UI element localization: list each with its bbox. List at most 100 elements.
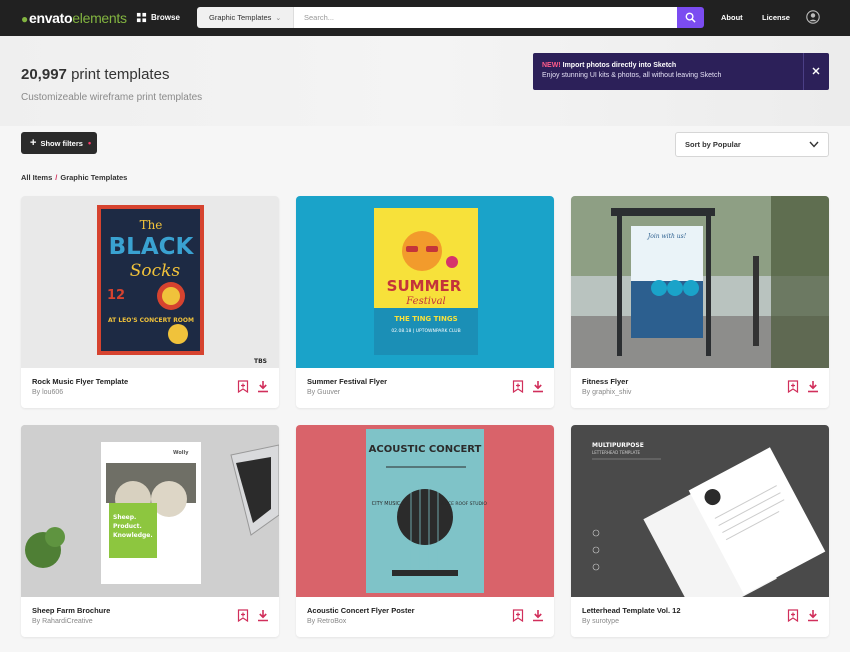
download-icon[interactable] (532, 380, 544, 393)
acoustic-poster-title: ACOUSTIC CONCERT (369, 444, 482, 455)
bookmark-icon[interactable] (512, 609, 524, 622)
category-select[interactable]: Graphic Templates ⌄ (197, 7, 294, 28)
item-thumbnail-letterhead[interactable]: MULTIPURPOSE LETTERHEAD TEMPLATE (571, 425, 829, 597)
item-author[interactable]: By RahardiCreative (32, 618, 93, 625)
show-filters-button[interactable]: + Show filters • (21, 132, 97, 154)
item-thumbnail-rock-flyer[interactable]: The BLACK Socks 12 AT LEO'S CONCERT ROOM… (21, 196, 279, 368)
category-select-value: Graphic Templates (209, 13, 272, 22)
item-author[interactable]: By lou606 (32, 389, 63, 396)
promo-headline: Import photos directly into Sketch (562, 62, 677, 69)
promo-body: Enjoy stunning UI kits & photos, all wit… (542, 72, 722, 79)
search-button[interactable] (677, 7, 704, 28)
item-card[interactable]: Join with us! Fitness Flyer By graphix_s… (571, 196, 829, 408)
search-bar: Graphic Templates ⌄ (197, 7, 704, 28)
item-title[interactable]: Fitness Flyer (582, 377, 628, 386)
page-subtitle: Customizeable wireframe print templates (21, 92, 203, 103)
sheep-brochure-line-3: Knowledge. (113, 532, 153, 539)
promo-banner[interactable]: NEW! Import photos directly into Sketch … (533, 53, 829, 90)
breadcrumb: All Items / Graphic Templates (21, 173, 127, 182)
guitar-soundhole (397, 489, 453, 545)
bookmark-icon[interactable] (237, 380, 249, 393)
bookmark-icon[interactable] (787, 609, 799, 622)
item-title[interactable]: Summer Festival Flyer (307, 377, 387, 386)
bookmark-icon[interactable] (787, 380, 799, 393)
item-card[interactable]: The BLACK Socks 12 AT LEO'S CONCERT ROOM… (21, 196, 279, 408)
plus-icon: + (30, 136, 37, 149)
envato-elements-logo[interactable]: ●envatoelements (21, 10, 127, 26)
acoustic-poster-right-text: ALICE ROOF STUDIO (441, 501, 487, 507)
item-author[interactable]: By RetroBox (307, 618, 346, 625)
page-title-suffix: print templates (71, 66, 170, 83)
sheep-brochure-line-1: Sheep. (113, 514, 136, 521)
item-thumbnail-fitness-flyer[interactable]: Join with us! (571, 196, 829, 368)
rock-flyer-venue: AT LEO'S CONCERT ROOM (108, 317, 194, 324)
fitness-poster-title: Join with us! (646, 233, 687, 240)
logo-accent-text: elements (72, 10, 127, 26)
chevron-down-icon: ⌄ (275, 14, 282, 22)
download-icon[interactable] (807, 380, 819, 393)
item-author[interactable]: By graphix_shiv (582, 389, 631, 396)
download-icon[interactable] (532, 609, 544, 622)
promo-new-badge: NEW! (542, 62, 561, 69)
item-author[interactable]: By surotype (582, 618, 619, 625)
rock-flyer-date: 12 (107, 288, 125, 303)
chevron-down-icon (809, 141, 819, 148)
sheep-brochure-brand: Wolly (173, 450, 189, 456)
rock-flyer-socks: Socks (130, 261, 181, 281)
summer-badge (446, 256, 458, 268)
filter-dot-icon: • (87, 138, 92, 148)
nav-about-link[interactable]: About (721, 13, 743, 22)
summer-flyer-date: 02.08.18 | UPTOWNPARK CLUB (391, 328, 460, 334)
item-card[interactable]: MULTIPURPOSE LETTERHEAD TEMPLATE Letterh… (571, 425, 829, 637)
acoustic-poster-left-text: CITY MUSIC (372, 501, 401, 507)
letterhead-subtitle: LETTERHEAD TEMPLATE (592, 450, 641, 455)
item-thumbnail-acoustic-flyer[interactable]: ACOUSTIC CONCERT CITY MUSIC ALICE ROOF S… (296, 425, 554, 597)
result-count: 20,997 (21, 66, 67, 83)
rock-flyer-drum-inner (162, 287, 180, 305)
summer-flyer-title: SUMMER (387, 277, 462, 295)
breadcrumb-current: Graphic Templates (60, 173, 128, 182)
item-title[interactable]: Rock Music Flyer Template (32, 377, 128, 386)
summer-flyer-band: THE TING TINGS (394, 315, 457, 323)
page-title: 20,997 print templates (21, 66, 169, 83)
sheep-brochure-line-2: Product. (113, 523, 142, 530)
leaf-icon: ● (21, 12, 28, 26)
top-navbar: ●envatoelements Browse Graphic Templates… (0, 0, 850, 36)
search-input[interactable] (294, 7, 677, 28)
item-card[interactable]: Wolly Sheep. Product. Knowledge. Sheep F… (21, 425, 279, 637)
nav-license-link[interactable]: License (762, 13, 790, 22)
item-author[interactable]: By Guuver (307, 389, 340, 396)
item-card[interactable]: SUMMER Festival THE TING TINGS 02.08.18 … (296, 196, 554, 408)
download-icon[interactable] (807, 609, 819, 622)
show-filters-label: Show filters (40, 138, 83, 148)
breadcrumb-separator: / (55, 173, 58, 182)
bus-shelter-roof (611, 208, 715, 216)
logo-text: envato (28, 10, 73, 26)
tbs-watermark: TBS (254, 358, 267, 365)
bookmark-icon[interactable] (237, 609, 249, 622)
letterhead-title: MULTIPURPOSE (592, 442, 644, 449)
rock-flyer-the: The (140, 218, 163, 232)
item-title[interactable]: Sheep Farm Brochure (32, 606, 110, 615)
browse-label: Browse (151, 13, 180, 22)
download-icon[interactable] (257, 609, 269, 622)
search-icon (685, 12, 696, 23)
promo-divider (803, 53, 804, 90)
user-avatar-icon[interactable] (806, 10, 820, 24)
rock-flyer-badge (168, 324, 188, 344)
summer-flyer-festival: Festival (405, 296, 445, 307)
item-card[interactable]: ACOUSTIC CONCERT CITY MUSIC ALICE ROOF S… (296, 425, 554, 637)
item-title[interactable]: Letterhead Template Vol. 12 (582, 606, 681, 615)
breadcrumb-all-items[interactable]: All Items (21, 173, 52, 182)
download-icon[interactable] (257, 380, 269, 393)
item-thumbnail-sheep-brochure[interactable]: Wolly Sheep. Product. Knowledge. (21, 425, 279, 597)
sort-select-value: Sort by Popular (685, 140, 741, 149)
item-title[interactable]: Acoustic Concert Flyer Poster (307, 606, 415, 615)
close-icon[interactable] (810, 65, 822, 77)
bookmark-icon[interactable] (512, 380, 524, 393)
browse-menu[interactable]: Browse (136, 12, 180, 23)
sort-select[interactable]: Sort by Popular (675, 132, 829, 157)
promo-headline-row: NEW! Import photos directly into Sketch (542, 62, 676, 69)
item-thumbnail-summer-flyer[interactable]: SUMMER Festival THE TING TINGS 02.08.18 … (296, 196, 554, 368)
grid-icon (136, 12, 147, 23)
